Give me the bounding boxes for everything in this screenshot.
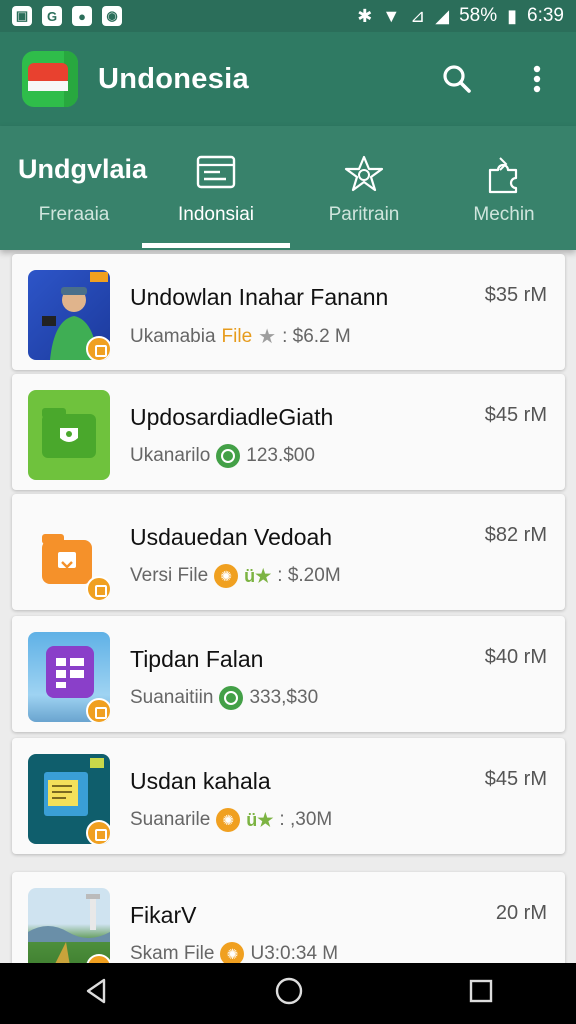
no-signal-icon: ⊿ [410, 5, 426, 26]
item-price: $45 rM [484, 768, 547, 790]
item-title: UpdosardiadleGiath [130, 404, 334, 430]
meta-file: File [221, 325, 253, 347]
item-meta: Ukanarilo 123.$00 [130, 444, 315, 468]
system-nav-bar [0, 963, 576, 1024]
notification-icon: G [42, 6, 62, 26]
meta-text: Skam File [130, 943, 215, 963]
signal-icon: ◢ [435, 5, 450, 26]
item-meta: Versi File ✺ ü★ : $.20M [130, 564, 341, 588]
app-logo [22, 51, 78, 107]
list-item[interactable]: Tipdan Falan $40 rM Suanaitiin 333,$30 [12, 616, 565, 732]
app-bar: Undonesia [0, 32, 576, 126]
battery-icon: ▮ [507, 5, 518, 26]
list-item[interactable]: UpdosardiadleGiath $45 rM Ukanarilo 123.… [12, 374, 565, 490]
list-document-icon [196, 154, 236, 195]
battery-percent: 58% [459, 5, 498, 26]
tab-bar: Undgvlaia Freraaia Indonsiai Paritrain M… [0, 126, 576, 250]
app-thumbnail [28, 632, 110, 722]
app-thumbnail [28, 888, 110, 963]
wifi-icon: ▼ [382, 5, 401, 26]
bluetooth-icon: ✱ [357, 5, 373, 26]
app-thumbnail [28, 510, 110, 600]
sun-icon: ✺ [214, 564, 239, 588]
tab-heading: Undgvlaia [18, 154, 148, 184]
list-item[interactable]: Undowlan Inahar Fanann $35 rM Ukamabia F… [12, 254, 565, 370]
badge-icon [86, 336, 110, 360]
list-item[interactable]: Usdauedan Vedoah $82 rM Versi File ✺ ü★ … [12, 494, 565, 610]
app-thumbnail [28, 390, 110, 480]
badge-icon [86, 698, 110, 722]
item-title: Tipdan Falan [130, 646, 264, 672]
item-price: $35 rM [484, 284, 547, 306]
meta-text: Ukanarilo [130, 445, 211, 466]
tab-label: Paritrain [328, 204, 400, 225]
sun-icon: ✺ [220, 942, 245, 963]
item-meta: Skam File ✺ U3:0:34 M [130, 942, 338, 963]
tab-mechin[interactable]: Mechin [430, 126, 576, 250]
tab-label: Mechin [473, 204, 535, 225]
list-item[interactable]: Usdan kahala $45 rM Suanarile ✺ ü★ : ,30… [12, 738, 565, 854]
star-icon: ★ [258, 326, 277, 348]
tab-label: Indonsiai [177, 204, 255, 225]
meta-value: : $.20M [277, 565, 341, 586]
notification-icon: ● [72, 6, 92, 26]
puzzle-icon [484, 154, 524, 199]
meta-text: Suanarile [130, 809, 211, 830]
meta-value: U3:0:34 M [250, 943, 339, 963]
status-circle-icon [219, 686, 244, 710]
meta-value: 123.$00 [246, 445, 315, 466]
item-title: Undowlan Inahar Fanann [130, 284, 389, 310]
tab-indonsiai[interactable]: Indonsiai [142, 126, 290, 250]
meta-text: Ukamabia [130, 325, 216, 347]
home-icon[interactable] [274, 976, 304, 1011]
item-meta: Suanarile ✺ ü★ : ,30M [130, 808, 332, 832]
badge-icon [86, 820, 110, 844]
search-icon[interactable] [440, 62, 474, 96]
status-circle-icon [216, 444, 241, 468]
badge-icon [86, 576, 110, 600]
tab-freraaia[interactable]: Undgvlaia Freraaia [0, 126, 148, 250]
item-price: $40 rM [484, 646, 547, 668]
meta-text: Suanaitiin [130, 687, 214, 708]
meta-text: Versi File [130, 565, 209, 586]
status-bar: ▣ G ● ◉ ✱ ▼ ⊿ ◢ 58% ▮ 6:39 [0, 0, 576, 32]
clock: 6:39 [527, 5, 564, 26]
meta-value: : ,30M [279, 809, 333, 830]
sun-icon: ✺ [216, 808, 241, 832]
item-title: Usdauedan Vedoah [130, 524, 333, 550]
recents-icon[interactable] [468, 978, 494, 1009]
item-title: FikarV [130, 902, 197, 928]
item-meta: Suanaitiin 333,$30 [130, 686, 318, 710]
meta-value: 333,$30 [249, 687, 319, 708]
app-title: Undonesia [98, 62, 249, 95]
list-item[interactable]: FikarV 20 rM Skam File ✺ U3:0:34 M [12, 872, 565, 963]
app-thumbnail [28, 754, 110, 844]
back-icon[interactable] [82, 977, 110, 1010]
more-options-icon[interactable] [520, 62, 554, 96]
meta-value: : $6.2 M [282, 325, 351, 347]
tab-label: Freraaia [38, 204, 110, 225]
notification-icon: ▣ [12, 6, 32, 26]
item-price: $45 rM [484, 404, 547, 426]
item-price: 20 rM [495, 902, 547, 924]
app-thumbnail [28, 270, 110, 360]
item-price: $82 rM [484, 524, 547, 546]
tab-paritrain[interactable]: Paritrain [290, 126, 438, 250]
item-title: Usdan kahala [130, 768, 271, 794]
notification-icon: ◉ [102, 6, 122, 26]
app-list: Undowlan Inahar Fanann $35 rM Ukamabia F… [0, 250, 576, 963]
tab-indicator [142, 243, 290, 248]
star-badge-icon [344, 154, 384, 199]
rating-stars-icon: ü★ [244, 565, 272, 586]
rating-stars-icon: ü★ [246, 809, 274, 830]
item-meta: Ukamabia File ★ : $6.2 M [130, 324, 351, 349]
